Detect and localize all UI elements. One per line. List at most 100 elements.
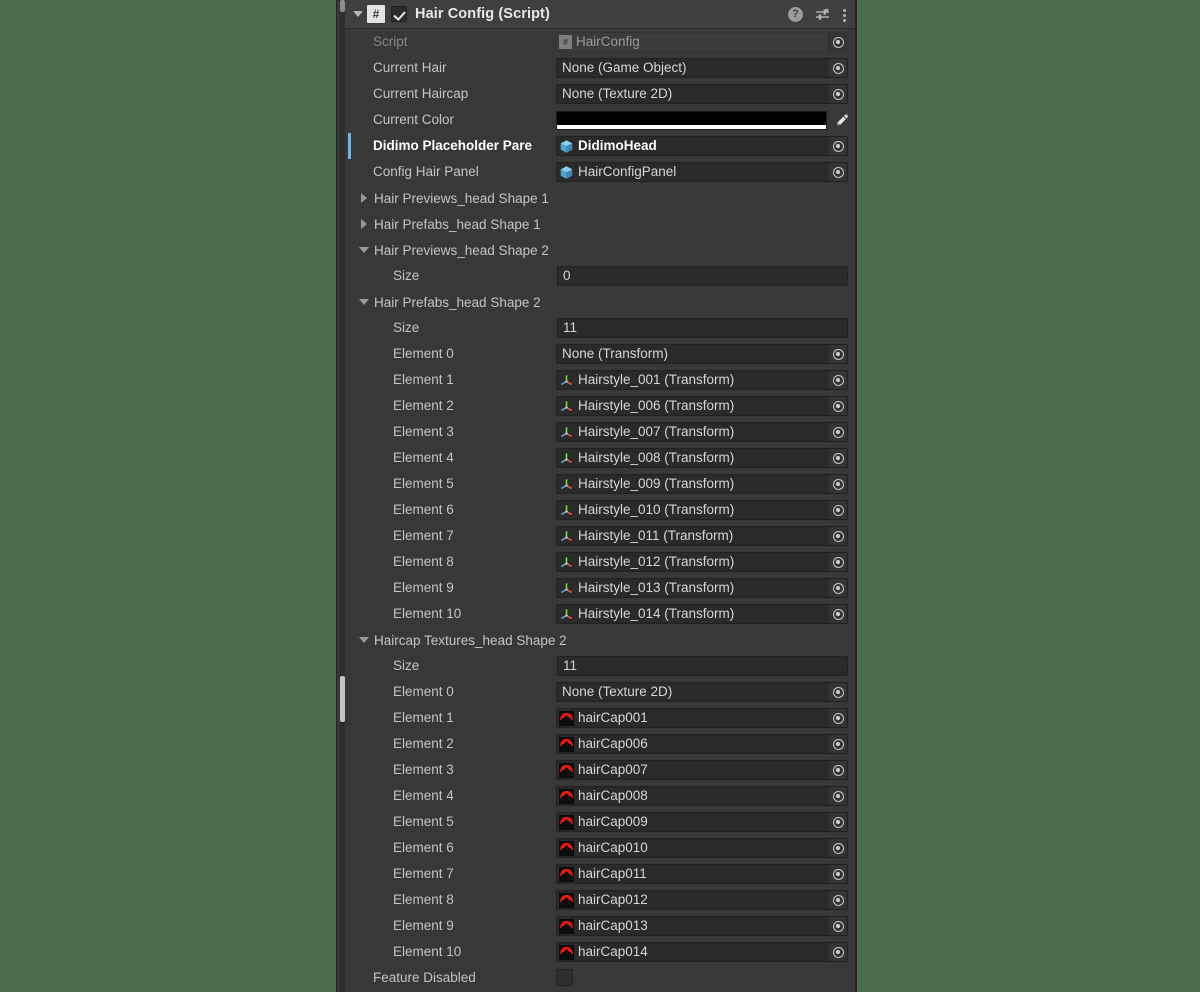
haircap-textures-head-shape-2-element-3-object-picker[interactable] <box>828 761 847 779</box>
field-haircap-textures-head-shape-2-element-2[interactable]: hairCap006 <box>556 734 848 754</box>
row-hair-prefabs-head-shape-2-element-1: Element 1 Hairstyle_001 (Transform) <box>345 367 855 393</box>
row-haircap-textures-head-shape-2-element-2: Element 2 hairCap006 <box>345 731 855 757</box>
preset-icon[interactable] <box>815 7 831 22</box>
field-value: Hairstyle_009 (Transform) <box>578 477 735 491</box>
current-haircap-object-picker[interactable] <box>828 85 847 103</box>
color-alpha-bar <box>557 125 826 129</box>
chevron-down-icon[interactable] <box>359 297 370 308</box>
row-didimo-placeholder-parent: Didimo Placeholder Pare DidimoHead <box>345 133 855 159</box>
label-element-1: Element 1 <box>393 373 454 387</box>
field-hair-prefabs-head-shape-2-element-1[interactable]: Hairstyle_001 (Transform) <box>556 370 848 390</box>
field-haircap-textures-head-shape-2-element-5[interactable]: hairCap009 <box>556 812 848 832</box>
label-element-3: Element 3 <box>393 763 454 777</box>
hair-prefabs-head-shape-2-element-10-object-picker[interactable] <box>828 605 847 623</box>
field-hair-prefabs-head-shape-2-element-9[interactable]: Hairstyle_013 (Transform) <box>556 578 848 598</box>
script-object-picker[interactable] <box>828 33 847 51</box>
field-haircap-textures-head-shape-2-element-9[interactable]: hairCap013 <box>556 916 848 936</box>
field-hair-prefabs-head-shape-2-element-4[interactable]: Hairstyle_008 (Transform) <box>556 448 848 468</box>
field-array2-size[interactable]: 11 <box>557 656 848 676</box>
field-hair-prefabs-head-shape-2-element-8[interactable]: Hairstyle_012 (Transform) <box>556 552 848 572</box>
field-config-hair-panel[interactable]: HairConfigPanel <box>556 162 848 182</box>
foldout-hair-previews-head-shape-2[interactable]: Hair Previews_head Shape 2 <box>345 237 855 263</box>
eyedropper-icon[interactable] <box>832 111 850 130</box>
field-haircap-textures-head-shape-2-element-0[interactable]: None (Texture 2D) <box>556 682 848 702</box>
field-value: hairCap013 <box>578 919 648 933</box>
haircap-textures-head-shape-2-element-2-object-picker[interactable] <box>828 735 847 753</box>
haircap-textures-head-shape-2-element-10-object-picker[interactable] <box>828 943 847 961</box>
hair-prefabs-head-shape-2-element-1-object-picker[interactable] <box>828 371 847 389</box>
field-array0-size[interactable]: 0 <box>557 266 848 286</box>
hair-prefabs-head-shape-2-element-3-object-picker[interactable] <box>828 423 847 441</box>
field-haircap-textures-head-shape-2-element-3[interactable]: hairCap007 <box>556 760 848 780</box>
array-haircap-textures-elements: Element 0 None (Texture 2D) Element 1 hairC… <box>345 679 855 965</box>
hair-prefabs-head-shape-2-element-0-object-picker[interactable] <box>828 345 847 363</box>
hair-prefabs-head-shape-2-element-9-object-picker[interactable] <box>828 579 847 597</box>
hair-prefabs-head-shape-2-element-4-object-picker[interactable] <box>828 449 847 467</box>
hair-prefabs-head-shape-2-element-6-object-picker[interactable] <box>828 501 847 519</box>
haircap-textures-head-shape-2-element-8-object-picker[interactable] <box>828 891 847 909</box>
label-size: Size <box>393 659 420 673</box>
field-hair-prefabs-head-shape-2-element-5[interactable]: Hairstyle_009 (Transform) <box>556 474 848 494</box>
haircap-textures-head-shape-2-element-5-object-picker[interactable] <box>828 813 847 831</box>
hair-prefabs-head-shape-2-element-2-object-picker[interactable] <box>828 397 847 415</box>
label-element-4: Element 4 <box>393 789 454 803</box>
haircap-textures-head-shape-2-element-0-object-picker[interactable] <box>828 683 847 701</box>
chevron-right-icon[interactable] <box>359 193 370 204</box>
label-feature-disabled: Feature Disabled <box>373 971 476 985</box>
field-current-hair[interactable]: None (Game Object) <box>556 58 848 78</box>
didimo-placeholder-parent-object-picker[interactable] <box>828 137 847 155</box>
haircap-textures-head-shape-2-element-6-object-picker[interactable] <box>828 839 847 857</box>
field-hair-prefabs-head-shape-2-element-10[interactable]: Hairstyle_014 (Transform) <box>556 604 848 624</box>
field-current-haircap[interactable]: None (Texture 2D) <box>556 84 848 104</box>
field-hair-prefabs-head-shape-2-element-7[interactable]: Hairstyle_011 (Transform) <box>556 526 848 546</box>
field-hair-prefabs-head-shape-2-element-6[interactable]: Hairstyle_010 (Transform) <box>556 500 848 520</box>
label-element-3: Element 3 <box>393 425 454 439</box>
component-enabled-checkbox[interactable] <box>391 6 407 22</box>
hair-prefabs-head-shape-2-element-8-object-picker[interactable] <box>828 553 847 571</box>
field-current-color-swatch[interactable] <box>556 111 827 130</box>
field-script[interactable]: # HairConfig <box>556 32 848 52</box>
label-element-5: Element 5 <box>393 815 454 829</box>
field-haircap-textures-head-shape-2-element-8[interactable]: hairCap012 <box>556 890 848 910</box>
label-element-6: Element 6 <box>393 503 454 517</box>
kebab-menu-icon[interactable] <box>843 7 847 23</box>
foldout-hair-prefabs-head-shape-1[interactable]: Hair Prefabs_head Shape 1 <box>345 211 855 237</box>
haircap-textures-head-shape-2-element-9-object-picker[interactable] <box>828 917 847 935</box>
haircap-textures-head-shape-2-element-7-object-picker[interactable] <box>828 865 847 883</box>
component-foldout-icon[interactable] <box>351 8 364 21</box>
script-icon: # <box>559 35 572 49</box>
haircap-textures-head-shape-2-element-1-object-picker[interactable] <box>828 709 847 727</box>
row-hair-prefabs-head-shape-2-element-2: Element 2 Hairstyle_006 (Transform) <box>345 393 855 419</box>
field-haircap-textures-head-shape-2-element-4[interactable]: hairCap008 <box>556 786 848 806</box>
field-hair-prefabs-head-shape-2-element-2[interactable]: Hairstyle_006 (Transform) <box>556 396 848 416</box>
foldout-haircap-textures-head-shape-2[interactable]: Haircap Textures_head Shape 2 <box>345 627 855 653</box>
transform-icon <box>559 425 574 440</box>
component-header[interactable]: # Hair Config (Script) ? <box>345 0 855 29</box>
row-haircap-textures-head-shape-2-element-3: Element 3 hairCap007 <box>345 757 855 783</box>
help-icon[interactable]: ? <box>788 7 803 22</box>
current-hair-object-picker[interactable] <box>828 59 847 77</box>
field-haircap-textures-head-shape-2-element-6[interactable]: hairCap010 <box>556 838 848 858</box>
field-array1-size[interactable]: 11 <box>557 318 848 338</box>
foldout-hair-prefabs-head-shape-2[interactable]: Hair Prefabs_head Shape 2 <box>345 289 855 315</box>
field-value: hairCap009 <box>578 815 648 829</box>
field-haircap-textures-head-shape-2-element-1[interactable]: hairCap001 <box>556 708 848 728</box>
chevron-right-icon[interactable] <box>359 219 370 230</box>
feature-disabled-checkbox[interactable] <box>556 969 573 986</box>
hair-prefabs-head-shape-2-element-7-object-picker[interactable] <box>828 527 847 545</box>
field-value: Hairstyle_007 (Transform) <box>578 425 735 439</box>
hair-prefabs-head-shape-2-element-5-object-picker[interactable] <box>828 475 847 493</box>
field-didimo-placeholder-parent[interactable]: DidimoHead <box>556 136 848 156</box>
chevron-down-icon[interactable] <box>359 245 370 256</box>
foldout-hair-previews-head-shape-1[interactable]: Hair Previews_head Shape 1 <box>345 185 855 211</box>
field-value: hairCap014 <box>578 945 648 959</box>
chevron-down-icon[interactable] <box>359 635 370 646</box>
field-hair-prefabs-head-shape-2-element-0[interactable]: None (Transform) <box>556 344 848 364</box>
label-element-9: Element 9 <box>393 919 454 933</box>
haircap-textures-head-shape-2-element-4-object-picker[interactable] <box>828 787 847 805</box>
field-haircap-textures-head-shape-2-element-10[interactable]: hairCap014 <box>556 942 848 962</box>
field-hair-prefabs-head-shape-2-element-3[interactable]: Hairstyle_007 (Transform) <box>556 422 848 442</box>
field-haircap-textures-head-shape-2-element-7[interactable]: hairCap011 <box>556 864 848 884</box>
config-hair-panel-object-picker[interactable] <box>828 163 847 181</box>
label-script: Script <box>373 35 408 49</box>
